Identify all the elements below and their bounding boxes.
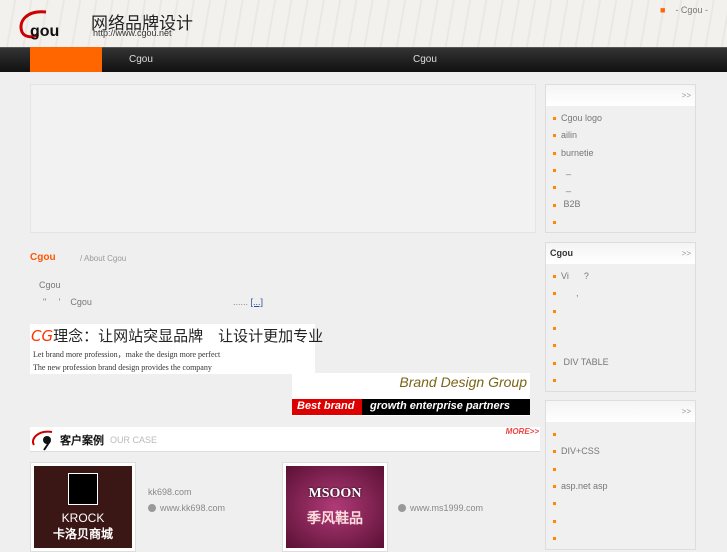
case-url[interactable]: www.ms1999.com [398,503,483,513]
slogan-headline-text: 理念：让网站突显品牌 让设计更加专业 [53,327,324,345]
sidebar-link[interactable] [553,426,695,443]
sidebar-box-3: >> DIV+CSS asp.net asp [545,400,696,550]
sidebar-more[interactable]: >> [682,407,691,416]
sidebar-link[interactable] [553,303,695,320]
case-logo-cn: 季风鞋品 [307,510,363,526]
brand-banner: Brand Design Group Best brand growth ent… [292,373,530,416]
sidebar-link[interactable]: burnetie [553,145,695,162]
case-thumbnail[interactable]: KROCK 卡洛贝商城 [30,462,136,552]
sidebar-link[interactable] [553,530,695,547]
brand-best: Best brand [292,399,362,415]
sidebar-link[interactable] [553,512,695,529]
slogan-en-2: The new profession brand design provides… [33,363,212,372]
sidebar-more[interactable]: >> [682,91,691,100]
about-text-2: " ' Cgou [43,297,92,307]
case-more-link[interactable]: MORE>> [506,427,539,436]
krock-logo-icon [68,472,98,505]
sidebar-link[interactable]: Vi ? [553,268,695,285]
nav-item-1[interactable]: Cgou [129,54,153,65]
sidebar-link[interactable]: DIV+CSS [553,443,695,460]
cgou-logo[interactable]: gou [16,8,86,44]
case-url-text: www.ms1999.com [410,503,484,513]
case-logo-cn: 卡洛贝商城 [52,526,113,541]
sidebar-link[interactable]: _ [553,179,695,196]
about-subtitle: / About Cgou [80,254,127,263]
logo-url: http://www.cgou.net [93,28,172,38]
about-more: ...... [...] [233,297,263,307]
sidebar-link[interactable] [553,461,695,478]
about-text-1: Cgou [39,280,61,290]
case-logo-text: KROCK [61,510,105,525]
sidebar-link[interactable] [553,372,695,389]
sidebar-title: Cgou [550,248,573,258]
banner-area [30,84,536,233]
cgou-swirl-icon [32,430,53,451]
ellipsis: ...... [233,297,249,307]
sidebar-box-1: >> Cgou logo ailin burnetie _ _ B2B [545,84,696,233]
about-title: Cgou [30,252,56,263]
case-url-text: www.kk698.com [160,503,226,513]
sidebar-link[interactable]: B2B [553,196,695,213]
slogan-en-1: Let brand more profession，make the desig… [33,350,221,359]
nav-item-2[interactable]: Cgou [413,54,437,65]
bullet-icon: ■ [660,5,666,15]
link-bullet-icon [398,504,406,512]
nav-home-tab[interactable] [30,47,102,72]
case-thumbnail[interactable]: MSOON 季风鞋品 [282,462,388,552]
sidebar-link[interactable]: DIV TABLE [553,354,695,371]
sidebar-link[interactable] [553,214,695,231]
sidebar-link[interactable]: _ [553,162,695,179]
sidebar-link[interactable] [553,320,695,337]
slogan-cg: CG [31,327,54,345]
sidebar-more[interactable]: >> [682,249,691,258]
case-name: kk698.com [148,487,192,497]
top-link[interactable]: ■ - Cgou - [660,5,708,15]
sidebar-link[interactable]: Cgou logo [553,110,695,127]
about-more-link[interactable]: [...] [251,297,264,307]
sidebar-link[interactable]: asp.net asp [553,478,695,495]
case-title-en: OUR CASE [110,435,158,445]
link-bullet-icon [148,504,156,512]
case-title: 客户案例 [60,434,104,447]
sidebar-box-2: Cgou >> Vi ? , DIV TABLE [545,242,696,392]
brand-tagline: growth enterprise partners [370,400,510,412]
brand-title: Brand Design Group [399,374,527,390]
case-header: 客户案例 OUR CASE MORE>> [30,427,540,452]
sidebar-link[interactable] [553,495,695,512]
svg-text:gou: gou [30,23,59,40]
sidebar-link[interactable]: ailin [553,127,695,144]
slogan-headline: CG理念：让网站突显品牌 让设计更加专业 [31,325,323,346]
case-logo-text: MSOON [308,486,362,501]
main-nav [0,47,727,72]
sidebar-link[interactable]: , [553,285,695,302]
top-link-label: - Cgou - [675,5,708,15]
brand-bar: Best brand growth enterprise partners [292,399,530,415]
case-url[interactable]: www.kk698.com [148,503,225,513]
slogan-banner: CG理念：让网站突显品牌 让设计更加专业 Let brand more prof… [30,324,323,374]
sidebar-link[interactable] [553,337,695,354]
